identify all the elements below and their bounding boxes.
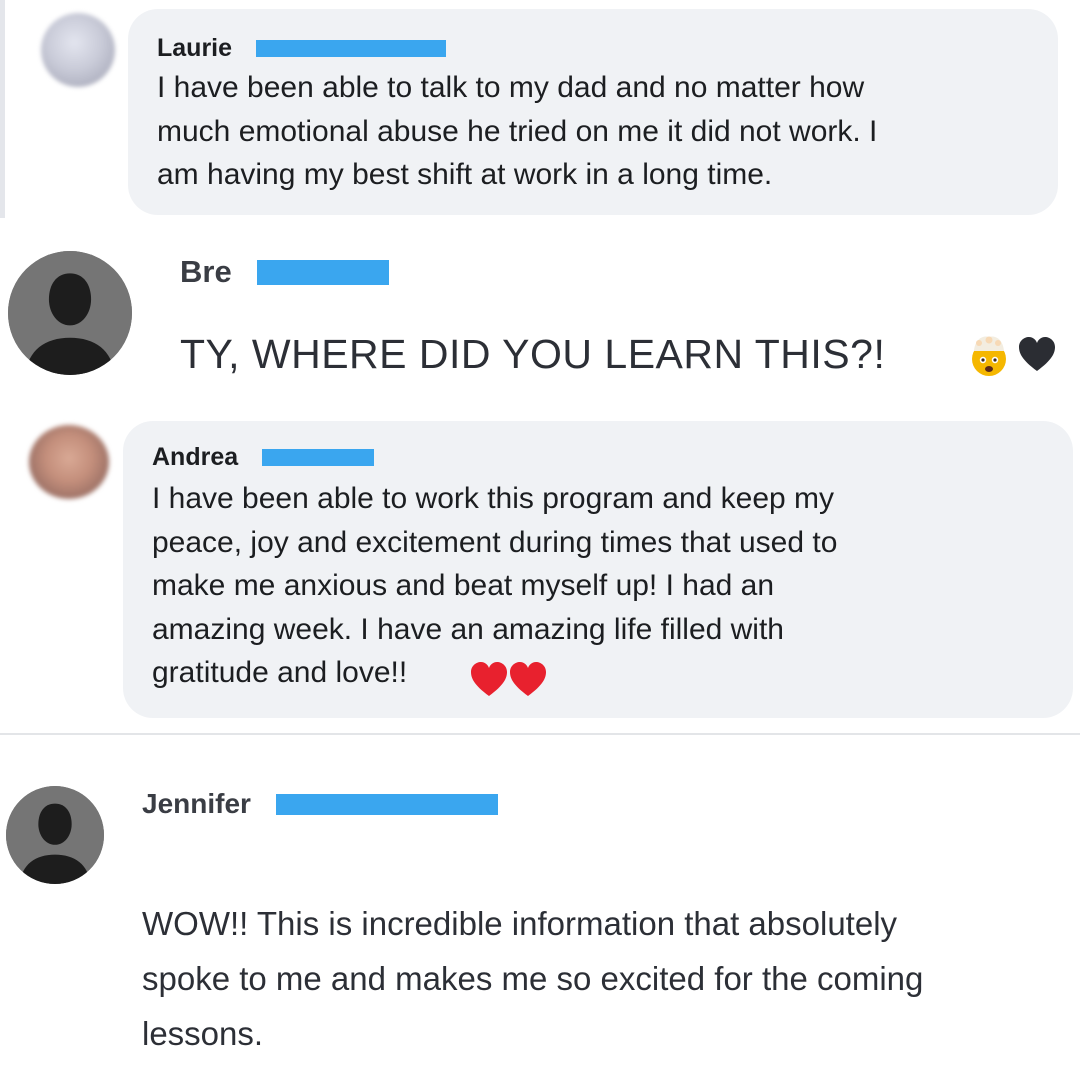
commenter-name[interactable]: Bre <box>180 254 232 290</box>
avatar[interactable] <box>41 13 115 87</box>
red-heart-emoji <box>471 662 507 696</box>
default-user-icon <box>8 251 132 375</box>
name-redaction <box>276 794 498 815</box>
comment-text: I have been able to talk to my dad and n… <box>157 71 878 191</box>
commenter-name[interactable]: Laurie <box>157 34 232 63</box>
comment-text: TY, WHERE DID YOU LEARN THIS?! <box>180 331 886 377</box>
avatar[interactable] <box>6 786 104 884</box>
exploding-head-emoji <box>972 336 1006 376</box>
avatar[interactable] <box>29 425 109 499</box>
comment-text: I have been able to work this program an… <box>152 482 838 689</box>
commenter-name[interactable]: Jennifer <box>142 788 251 820</box>
comments-screenshot: Laurie I have been able to talk to my da… <box>0 0 1080 1080</box>
name-redaction <box>257 260 389 285</box>
comment-text: WOW!! This is incredible information tha… <box>142 905 924 1052</box>
black-heart-emoji <box>1019 337 1055 371</box>
commenter-name[interactable]: Andrea <box>152 443 238 472</box>
default-user-icon <box>6 786 104 884</box>
name-redaction <box>256 40 446 57</box>
name-redaction <box>262 449 374 466</box>
red-heart-emoji <box>510 662 546 696</box>
thread-line <box>0 0 5 218</box>
avatar[interactable] <box>8 251 132 375</box>
divider <box>0 733 1080 735</box>
